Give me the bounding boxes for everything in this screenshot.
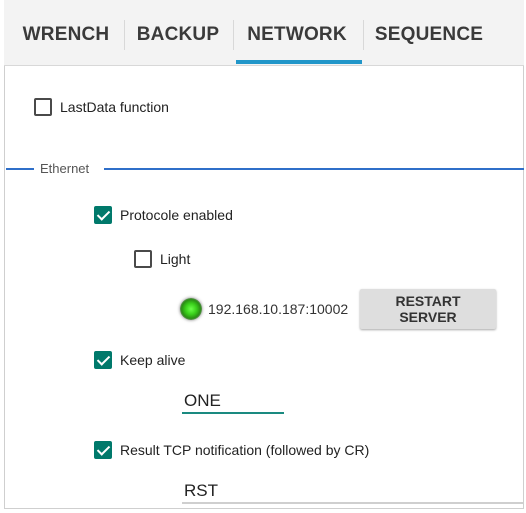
protocole-enabled-checkbox[interactable] bbox=[94, 206, 112, 224]
light-checkbox[interactable] bbox=[134, 250, 152, 268]
active-tab-indicator bbox=[236, 60, 362, 64]
result-tcp-checkbox[interactable] bbox=[94, 441, 112, 459]
light-label: Light bbox=[160, 251, 191, 267]
result-tcp-label: Result TCP notification (followed by CR) bbox=[120, 442, 370, 458]
tab-separator bbox=[363, 20, 364, 50]
protocole-enabled-label: Protocole enabled bbox=[120, 207, 233, 223]
tab-wrench[interactable]: WRENCH bbox=[14, 0, 118, 66]
keep-alive-field[interactable]: ONE bbox=[184, 391, 221, 411]
result-tcp-field[interactable]: RST bbox=[184, 481, 218, 501]
tab-backup[interactable]: BACKUP bbox=[128, 0, 228, 66]
lastdata-label: LastData function bbox=[60, 99, 169, 115]
result-tcp-field-underline bbox=[182, 502, 524, 504]
server-address: 192.168.10.187:10002 bbox=[208, 301, 349, 317]
tab-bar: WRENCH BACKUP NETWORK SEQUENCE bbox=[4, 0, 524, 66]
lastdata-checkbox[interactable] bbox=[34, 98, 52, 116]
section-divider bbox=[6, 168, 34, 170]
restart-server-button[interactable]: RESTART SERVER bbox=[360, 289, 496, 329]
section-title-ethernet: Ethernet bbox=[40, 161, 90, 176]
section-divider bbox=[104, 168, 524, 170]
tab-network[interactable]: NETWORK bbox=[236, 0, 358, 66]
keep-alive-field-underline bbox=[182, 412, 284, 414]
tab-sequence[interactable]: SEQUENCE bbox=[366, 0, 492, 66]
tab-separator bbox=[233, 20, 234, 50]
keep-alive-label: Keep alive bbox=[120, 352, 186, 368]
settings-panel bbox=[4, 0, 524, 509]
keep-alive-checkbox[interactable] bbox=[94, 351, 112, 369]
server-status-icon bbox=[180, 298, 202, 320]
tab-separator bbox=[124, 20, 125, 50]
